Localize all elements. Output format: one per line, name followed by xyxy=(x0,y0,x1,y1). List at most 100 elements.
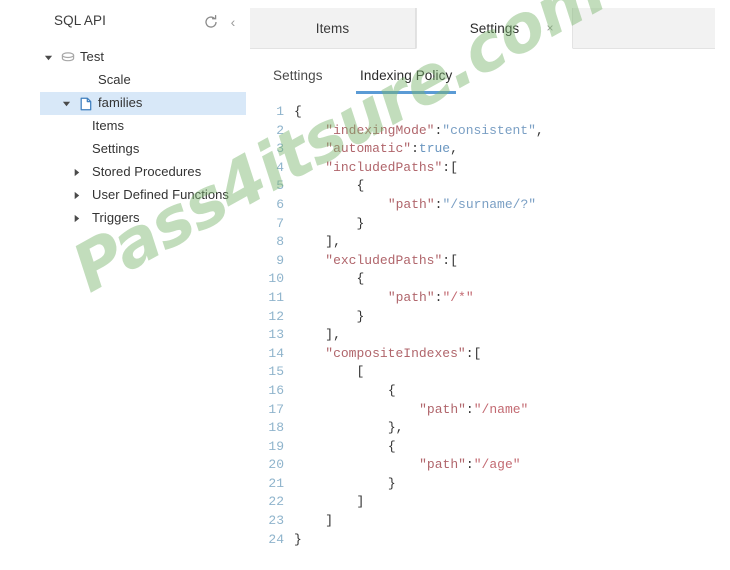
tree-item-label: Scale xyxy=(98,72,131,87)
code-line: 14 "compositeIndexes":[ xyxy=(250,346,730,365)
code-line: 13], xyxy=(250,327,730,346)
code-text: ] xyxy=(325,513,334,529)
tree-item-label: User Defined Functions xyxy=(92,187,229,202)
code-line: 9 "excludedPaths":[ xyxy=(250,253,730,272)
code-text: "path":"/*" xyxy=(387,289,474,305)
line-number: 14 xyxy=(268,345,284,361)
tree-item-label: Items xyxy=(92,118,125,133)
code-text: "includedPaths":[ xyxy=(325,159,458,175)
chevron-right-icon[interactable] xyxy=(72,191,81,201)
line-number: 23 xyxy=(268,513,284,529)
tree-item-label: families xyxy=(98,95,143,110)
code-text: ], xyxy=(325,327,341,343)
code-text: "excludedPaths":[ xyxy=(325,252,458,268)
line-number: 2 xyxy=(276,122,284,138)
code-line: 18}, xyxy=(250,420,730,439)
sub-tab-bar: Settings Indexing Policy xyxy=(250,66,715,98)
code-text: "path":"/surname/?" xyxy=(387,196,537,212)
code-text: { xyxy=(387,438,396,454)
indexing-policy-editor[interactable]: 1{2 "indexingMode":"consistent", 3 "automat… xyxy=(250,104,730,570)
code-line: 5{ xyxy=(250,178,730,197)
code-text: { xyxy=(387,382,396,398)
code-line: 2 "indexingMode":"consistent", xyxy=(250,123,730,142)
line-number: 5 xyxy=(276,178,284,194)
code-line: 21} xyxy=(250,476,730,495)
refresh-icon[interactable] xyxy=(203,14,219,30)
code-line: 20 "path":"/age" xyxy=(250,457,730,476)
code-line: 1{ xyxy=(250,104,730,123)
code-line: 8], xyxy=(250,234,730,253)
code-text: } xyxy=(356,308,365,324)
code-text: "automatic":true, xyxy=(325,141,458,157)
line-number: 20 xyxy=(268,457,284,473)
tree-item-test[interactable]: Test xyxy=(0,48,250,68)
code-line: 15 [ xyxy=(250,364,730,383)
code-line: 22] xyxy=(250,494,730,513)
line-number: 22 xyxy=(268,494,284,510)
subtab-indexing-policy[interactable]: Indexing Policy xyxy=(355,66,457,94)
main-content: Items Settings × Settings Indexing Polic… xyxy=(250,0,730,570)
line-number: 6 xyxy=(276,196,284,212)
code-text: } xyxy=(294,531,302,547)
tree-item-settings[interactable]: Settings xyxy=(0,140,250,160)
code-line: 4 "includedPaths":[ xyxy=(250,160,730,179)
code-text: } xyxy=(387,475,396,491)
code-line: 11 "path":"/*" xyxy=(250,290,730,309)
code-text: "compositeIndexes":[ xyxy=(325,345,482,361)
code-text: "indexingMode":"consistent", xyxy=(325,122,544,138)
code-line: 16 { xyxy=(250,383,730,402)
chevron-down-icon[interactable] xyxy=(62,99,71,109)
code-text: [ xyxy=(356,364,365,380)
subtab-settings[interactable]: Settings xyxy=(273,66,323,94)
tree-item-items[interactable]: Items xyxy=(0,117,250,137)
line-number: 1 xyxy=(276,104,284,119)
tree-item-families[interactable]: families xyxy=(0,92,250,115)
tree-item-label: Triggers xyxy=(92,210,140,225)
explorer-panel: SQL API ‹ Test Scale families Items Settings… xyxy=(0,0,250,570)
code-text: } xyxy=(356,215,365,231)
line-number: 16 xyxy=(268,382,284,398)
code-line: 7} xyxy=(250,216,730,235)
code-line: 3 "automatic":true, xyxy=(250,141,730,160)
code-text: { xyxy=(356,271,365,287)
tree-item-user-defined-functions[interactable]: User Defined Functions xyxy=(0,186,250,206)
line-number: 15 xyxy=(268,364,284,380)
code-line: 10 { xyxy=(250,271,730,290)
close-icon[interactable]: × xyxy=(543,21,557,35)
line-number: 7 xyxy=(276,215,284,231)
chevron-right-icon[interactable] xyxy=(72,168,81,178)
document-tab-strip: Items Settings × xyxy=(250,8,715,49)
line-number: 9 xyxy=(276,252,284,268)
chevron-right-icon[interactable] xyxy=(72,214,81,224)
code-text: }, xyxy=(387,420,404,436)
explorer-title: SQL API xyxy=(54,13,106,28)
tab-items[interactable]: Items xyxy=(250,8,416,48)
tree-item-triggers[interactable]: Triggers xyxy=(0,209,250,229)
code-line: 12} xyxy=(250,309,730,328)
line-number: 3 xyxy=(276,141,284,157)
container-icon xyxy=(78,96,94,112)
explorer-header: SQL API ‹ xyxy=(0,12,250,36)
line-number: 18 xyxy=(268,420,284,436)
code-text: ], xyxy=(325,234,341,250)
code-line: 17 "path":"/name" xyxy=(250,402,730,421)
line-number: 11 xyxy=(268,289,284,305)
code-text: { xyxy=(294,104,302,119)
chevron-left-icon[interactable]: ‹ xyxy=(226,14,240,30)
tree-item-stored-procedures[interactable]: Stored Procedures xyxy=(0,163,250,183)
database-icon xyxy=(60,50,76,66)
code-text: ] xyxy=(356,494,365,510)
line-number: 17 xyxy=(268,401,284,417)
tree-item-label: Settings xyxy=(92,141,140,156)
code-text: { xyxy=(356,178,365,194)
line-number: 24 xyxy=(268,531,284,547)
line-number: 12 xyxy=(268,308,284,324)
line-number: 4 xyxy=(276,159,284,175)
code-line: 23] xyxy=(250,513,730,532)
line-number: 13 xyxy=(268,327,284,343)
code-line: 6 "path":"/surname/?" xyxy=(250,197,730,216)
line-number: 10 xyxy=(268,271,284,287)
tree-item-scale[interactable]: Scale xyxy=(0,71,250,91)
chevron-down-icon[interactable] xyxy=(44,53,53,63)
code-text: "path":"/name" xyxy=(419,401,529,417)
